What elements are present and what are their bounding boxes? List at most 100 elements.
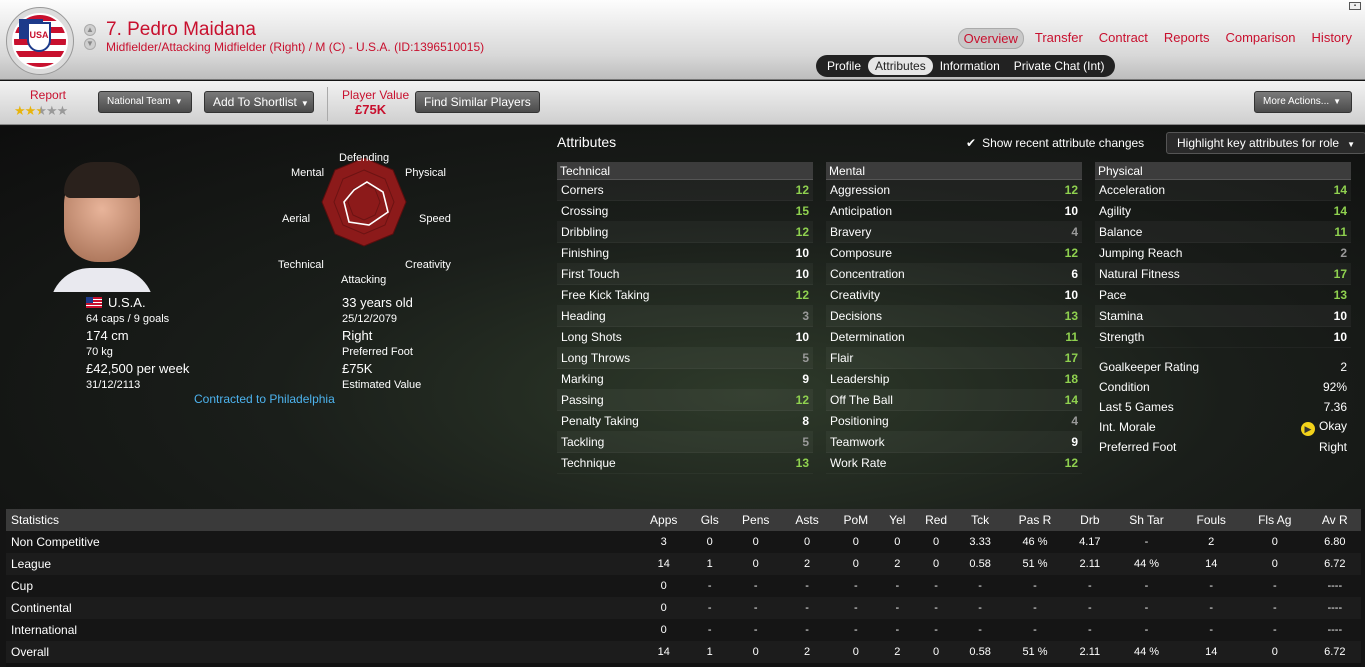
stat-column-header[interactable]: Gls: [691, 509, 728, 531]
extra-info-name: Condition: [1099, 380, 1150, 394]
next-player-icon[interactable]: ▼: [84, 38, 96, 50]
stat-cell: -: [830, 597, 881, 619]
stat-cell: 0: [1240, 531, 1309, 553]
stats-row[interactable]: Non Competitive 3 0 0 0 0 0 0 3.33 46 % 4.17-2 0 6.8…: [6, 531, 1361, 553]
stat-column-header[interactable]: Asts: [783, 509, 831, 531]
attribute-row: Teamwork 9: [826, 432, 1082, 453]
previous-player-icon[interactable]: ▲: [84, 24, 96, 36]
stat-cell: -: [1111, 597, 1182, 619]
attribute-value: 12: [1064, 183, 1078, 197]
attribute-row: Decisions 13: [826, 306, 1082, 327]
tab-overview[interactable]: Overview: [957, 28, 1024, 49]
attribute-value: 17: [1333, 267, 1347, 281]
extra-info-value: 2: [1340, 360, 1347, 374]
window-toggle-icon[interactable]: ▪: [1349, 2, 1361, 10]
stat-cell: -: [691, 575, 728, 597]
stat-cell: 1: [691, 553, 728, 575]
attribute-row: Concentration 6: [826, 264, 1082, 285]
stats-row[interactable]: Overall 14 1 0 2 0 2 0 0.58 51 % 2.11 44 % 14 0 6.72: [6, 641, 1361, 663]
toolbar: Report ★★★★★ National Team ▼ Add To Short…: [0, 81, 1365, 125]
attribute-name: Anticipation: [830, 204, 893, 218]
stat-column-header[interactable]: Fouls: [1181, 509, 1241, 531]
player-navigation-arrows[interactable]: ▲ ▼: [84, 24, 96, 50]
tab-comparison[interactable]: Comparison: [1220, 28, 1300, 49]
attribute-row: First Touch 10: [557, 264, 813, 285]
extra-info-name: Int. Morale: [1099, 420, 1156, 434]
stat-cell: -: [1111, 619, 1182, 641]
attribute-name: Decisions: [830, 309, 883, 323]
stats-row[interactable]: International 0- - - - - - - - - - - - ----: [6, 619, 1361, 641]
contracted-to-link[interactable]: Contracted to Philadelphia: [194, 392, 335, 406]
stat-column-header[interactable]: Apps: [636, 509, 692, 531]
stat-cell: -: [1111, 575, 1182, 597]
attribute-name: Acceleration: [1099, 183, 1166, 197]
attribute-value: 12: [795, 225, 809, 239]
subtab-attributes[interactable]: Attributes: [868, 57, 933, 75]
stat-column-header[interactable]: Statistics: [6, 509, 636, 531]
stat-column-header[interactable]: Drb: [1068, 509, 1112, 531]
chevron-down-icon: ▼: [1347, 140, 1355, 149]
stat-column-header[interactable]: Red: [913, 509, 959, 531]
subtab-profile[interactable]: Profile: [820, 57, 868, 75]
stats-row[interactable]: Cup 0- - - - - - - - - - - - ----: [6, 575, 1361, 597]
attribute-name: Dribbling: [561, 225, 609, 239]
attribute-value: 12: [1064, 456, 1078, 470]
radar-label-mental: Mental: [291, 167, 325, 179]
technical-attributes: Technical Corners 12 Crossing 15 Dribbling 12…: [557, 162, 813, 474]
stat-column-header[interactable]: Fls Ag: [1240, 509, 1309, 531]
attribute-name: Composure: [830, 246, 893, 260]
stat-cell: 3.33: [958, 531, 1002, 553]
attribute-value: 3: [802, 309, 809, 323]
stat-cell: 0: [691, 531, 728, 553]
contract-end-date: 31/12/2113: [86, 379, 141, 391]
subtab-information[interactable]: Information: [933, 57, 1007, 75]
stat-column-header[interactable]: Pens: [727, 509, 784, 531]
report-label[interactable]: Report: [30, 88, 66, 102]
stat-cell: Non Competitive: [6, 531, 636, 553]
add-to-shortlist-button[interactable]: Add To Shortlist ▼: [204, 91, 314, 113]
chevron-down-icon: ▼: [1333, 97, 1342, 106]
stat-column-header[interactable]: Av R: [1308, 509, 1361, 531]
tab-history[interactable]: History: [1307, 28, 1357, 49]
stat-cell: -: [913, 619, 959, 641]
stat-column-header[interactable]: Yel: [880, 509, 914, 531]
attribute-value: 10: [795, 267, 809, 281]
find-similar-players-button[interactable]: Find Similar Players: [415, 91, 540, 113]
stats-row[interactable]: Continental 0- - - - - - - - - - - - ----: [6, 597, 1361, 619]
attribute-value: 10: [795, 246, 809, 260]
stats-row[interactable]: League 14 1 0 2 0 2 0 0.58 51 % 2.11 44 % 14 0 6.72: [6, 553, 1361, 575]
attribute-value: 12: [795, 183, 809, 197]
highlight-key-attributes-dropdown[interactable]: Highlight key attributes for role ▼: [1166, 132, 1365, 154]
stat-cell: 6.72: [1308, 553, 1361, 575]
stat-cell: International: [6, 619, 636, 641]
tab-reports[interactable]: Reports: [1159, 28, 1215, 49]
statistics-table: Statistics Apps Gls Pens Asts PoM Yel Red Tck Pas…: [6, 509, 1361, 667]
stat-cell: -: [1240, 597, 1309, 619]
stat-column-header[interactable]: Pas R: [1001, 509, 1069, 531]
stat-cell: 0: [727, 641, 784, 663]
subtab-private-chat-int[interactable]: Private Chat (Int): [1007, 57, 1112, 75]
stat-cell: 0: [636, 619, 692, 641]
stat-cell: -: [1240, 575, 1309, 597]
stat-column-header[interactable]: PoM: [830, 509, 881, 531]
stat-column-header[interactable]: Sh Tar: [1111, 509, 1182, 531]
age: 33 years old: [342, 295, 413, 310]
stat-cell: ----: [1308, 597, 1361, 619]
add-to-shortlist-label: Add To Shortlist: [213, 95, 297, 109]
stat-cell: -: [958, 575, 1002, 597]
main-panel: Defending Physical Speed Creativity Atta…: [0, 126, 1365, 509]
attributes-title: Attributes: [557, 134, 617, 150]
attribute-name: Heading: [561, 309, 606, 323]
stat-cell: 51 %: [1001, 553, 1069, 575]
stat-column-header[interactable]: Tck: [958, 509, 1002, 531]
more-actions-dropdown[interactable]: More Actions... ▼: [1254, 91, 1352, 113]
tab-contract[interactable]: Contract: [1094, 28, 1153, 49]
attribute-value: 4: [1071, 414, 1078, 428]
stat-cell: ----: [1308, 575, 1361, 597]
stat-cell: 0.58: [958, 641, 1002, 663]
show-recent-changes-checkbox[interactable]: ✔ Show recent attribute changes: [966, 136, 1144, 150]
national-team-dropdown[interactable]: National Team ▼: [98, 91, 192, 113]
extra-info-row: Int. Morale ▶ Okay: [1095, 417, 1351, 437]
tab-transfer[interactable]: Transfer: [1030, 28, 1088, 49]
attribute-row: Finishing 10: [557, 243, 813, 264]
